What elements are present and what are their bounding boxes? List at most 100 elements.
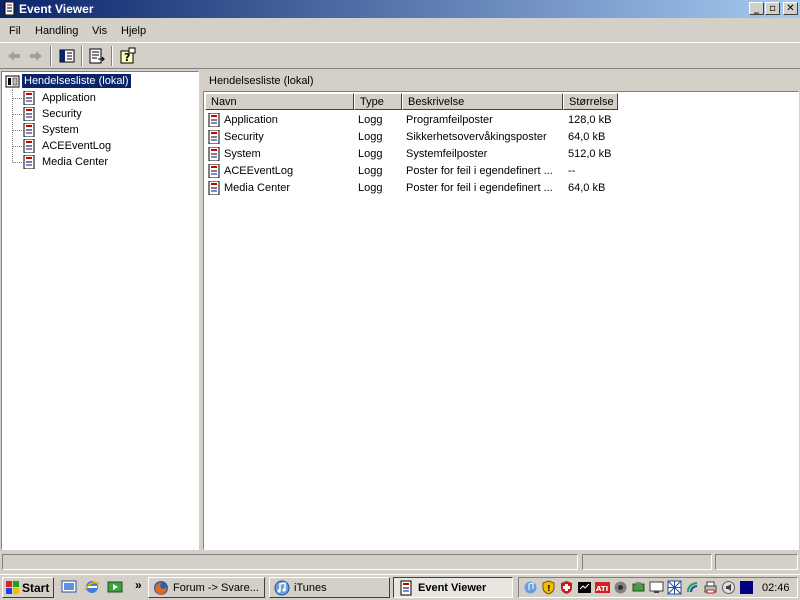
tree-pane: Hendelsesliste (lokal) Application Secur… xyxy=(1,71,199,550)
menu-help[interactable]: Hjelp xyxy=(121,25,146,37)
toolbar-separator xyxy=(81,46,83,66)
log-icon xyxy=(208,130,220,144)
maximize-button[interactable]: ▫ xyxy=(765,2,780,15)
task-button-event-viewer[interactable]: Event Viewer xyxy=(393,577,513,598)
event-viewer-icon xyxy=(4,2,15,15)
tree-connector xyxy=(12,89,13,161)
status-bar xyxy=(0,552,800,572)
network-monitor-icon[interactable] xyxy=(577,580,592,595)
toolbar-separator xyxy=(111,46,113,66)
back-arrow-icon[interactable] xyxy=(4,46,24,66)
bluetooth-grid-icon[interactable] xyxy=(667,580,682,595)
menu-view[interactable]: Vis xyxy=(92,25,107,37)
tree-item-label: Media Center xyxy=(42,156,109,168)
tree-item-label: Security xyxy=(42,108,82,120)
show-desktop-icon[interactable] xyxy=(61,579,77,595)
tree-connector xyxy=(12,130,22,131)
column-header-label: Type xyxy=(360,96,384,108)
clock[interactable]: 02:46 xyxy=(762,582,790,594)
start-label: Start xyxy=(22,581,50,595)
window-title: Event Viewer xyxy=(19,2,94,16)
audio-device-icon[interactable] xyxy=(613,580,628,595)
task-button-itunes[interactable]: iTunes xyxy=(269,577,390,598)
cell-name: Application xyxy=(224,114,278,126)
column-header-name[interactable]: Navn xyxy=(205,93,354,110)
volume-icon[interactable] xyxy=(721,580,736,595)
cell-name: System xyxy=(224,148,261,160)
details-header-label: Hendelsesliste (lokal) xyxy=(209,75,314,87)
log-icon xyxy=(208,147,220,161)
tree-connector xyxy=(12,146,22,147)
tree-item-label: System xyxy=(42,124,79,136)
media-player-icon[interactable] xyxy=(107,579,123,595)
cell-type: Logg xyxy=(358,131,383,143)
display-settings-icon[interactable] xyxy=(649,580,664,595)
table-row[interactable]: ACEEventLog Logg Poster for feil i egend… xyxy=(205,163,798,180)
table-row[interactable]: Security Logg Sikkerhetsovervåkingsposte… xyxy=(205,129,798,146)
column-header-description[interactable]: Beskrivelse xyxy=(402,93,563,110)
application-tray-icon[interactable] xyxy=(739,580,754,595)
system-tray: ! ATI 02:46 xyxy=(518,577,798,598)
log-icon xyxy=(23,91,35,105)
log-list[interactable]: Navn Type Beskrivelse Størrelse Applicat… xyxy=(203,91,799,550)
cell-size: -- xyxy=(568,165,576,177)
computer-log-icon xyxy=(5,75,20,88)
itunes-icon xyxy=(274,580,290,596)
cell-type: Logg xyxy=(358,182,383,194)
table-row[interactable]: Application Logg Programfeilposter 128,0… xyxy=(205,112,798,129)
minimize-button[interactable]: _ xyxy=(749,2,764,15)
security-shield-icon[interactable]: ! xyxy=(541,580,556,595)
close-button[interactable]: ✕ xyxy=(783,2,798,15)
cell-description: Poster for feil i egendefinert ... xyxy=(406,165,553,177)
cell-description: Programfeilposter xyxy=(406,114,493,126)
cell-name: ACEEventLog xyxy=(224,165,294,177)
table-row[interactable]: System Logg Systemfeilposter 512,0 kB xyxy=(205,146,798,163)
help-icon[interactable]: ? xyxy=(118,46,138,66)
column-header-label: Beskrivelse xyxy=(408,96,465,108)
itunes-helper-icon[interactable] xyxy=(523,580,538,595)
printer-icon[interactable] xyxy=(703,580,718,595)
antivirus-shield-icon[interactable] xyxy=(559,580,574,595)
ati-icon[interactable]: ATI xyxy=(595,580,610,595)
log-icon xyxy=(208,181,220,195)
column-header-label: Størrelse xyxy=(569,96,614,108)
cell-description: Poster for feil i egendefinert ... xyxy=(406,182,553,194)
table-row[interactable]: Media Center Logg Poster for feil i egen… xyxy=(205,180,798,197)
log-icon xyxy=(23,107,35,121)
cell-type: Logg xyxy=(358,114,383,126)
menu-bar: Fil Handling Vis Hjelp xyxy=(0,19,800,41)
svg-text:ATI: ATI xyxy=(596,585,608,593)
log-icon xyxy=(23,155,35,169)
title-bar[interactable]: Event Viewer _ ▫ ✕ xyxy=(0,0,800,18)
internet-explorer-icon[interactable] xyxy=(84,579,100,595)
quick-launch-overflow[interactable]: » xyxy=(135,578,142,592)
task-button-forum[interactable]: Forum -> Svare... xyxy=(148,577,265,598)
cell-size: 64,0 kB xyxy=(568,131,606,143)
cell-name: Security xyxy=(224,131,264,143)
menu-action[interactable]: Handling xyxy=(35,25,78,37)
cell-name: Media Center xyxy=(224,182,291,194)
wireless-network-icon[interactable] xyxy=(685,580,700,595)
windows-flag-icon xyxy=(6,581,19,594)
show-hide-tree-icon[interactable] xyxy=(57,46,77,66)
export-list-icon[interactable] xyxy=(87,46,107,66)
column-header-size[interactable]: Størrelse xyxy=(563,93,618,110)
forward-arrow-icon[interactable] xyxy=(26,46,46,66)
cell-description: Systemfeilposter xyxy=(406,148,488,160)
task-label: iTunes xyxy=(294,582,327,594)
start-button[interactable]: Start xyxy=(2,577,54,598)
status-segment xyxy=(2,554,578,570)
tree-connector xyxy=(12,162,22,163)
menu-file[interactable]: Fil xyxy=(9,25,21,37)
cell-size: 128,0 kB xyxy=(568,114,612,126)
cell-size: 64,0 kB xyxy=(568,182,606,194)
usb-device-icon[interactable] xyxy=(631,580,646,595)
task-label: Forum -> Svare... xyxy=(173,582,259,594)
status-segment xyxy=(582,554,712,570)
log-icon xyxy=(23,139,35,153)
tree-connector xyxy=(12,114,22,115)
column-header-type[interactable]: Type xyxy=(354,93,402,110)
cell-type: Logg xyxy=(358,165,383,177)
svg-text:!: ! xyxy=(547,584,551,593)
details-header: Hendelsesliste (lokal) xyxy=(203,71,799,91)
